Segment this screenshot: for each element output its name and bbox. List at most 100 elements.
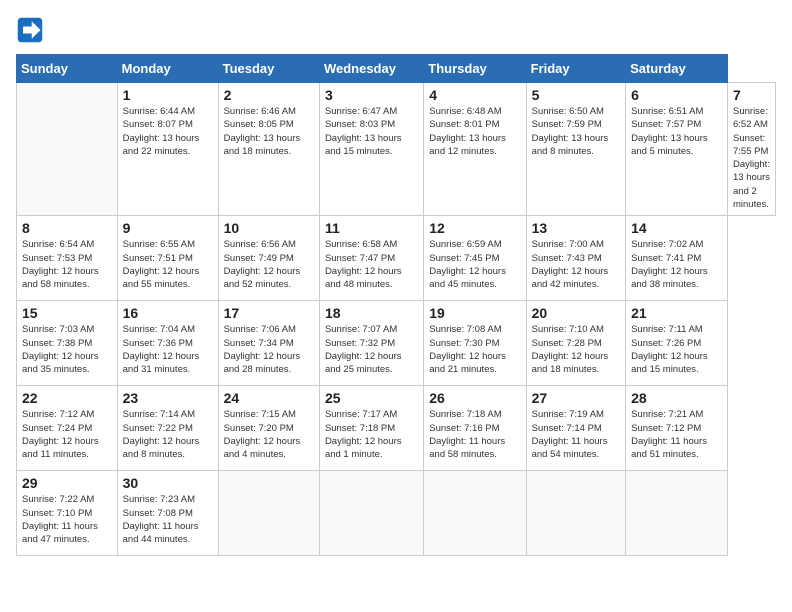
calendar-cell: 2 Sunrise: 6:46 AM Sunset: 8:05 PM Daylig… (218, 83, 319, 216)
calendar-cell: 21 Sunrise: 7:11 AM Sunset: 7:26 PM Dayli… (626, 301, 728, 386)
day-detail: Sunrise: 6:54 AM Sunset: 7:53 PM Dayligh… (22, 238, 112, 291)
calendar-cell: 29 Sunrise: 7:22 AM Sunset: 7:10 PM Dayli… (17, 471, 118, 556)
calendar-body: 1 Sunrise: 6:44 AM Sunset: 8:07 PM Daylig… (17, 83, 776, 556)
day-number: 2 (224, 87, 314, 103)
day-detail: Sunrise: 7:00 AM Sunset: 7:43 PM Dayligh… (532, 238, 620, 291)
weekday-header-friday: Friday (526, 55, 625, 83)
calendar-cell: 10 Sunrise: 6:56 AM Sunset: 7:49 PM Dayli… (218, 216, 319, 301)
day-detail: Sunrise: 7:14 AM Sunset: 7:22 PM Dayligh… (123, 408, 213, 461)
calendar-cell (526, 471, 625, 556)
day-number: 24 (224, 390, 314, 406)
weekday-header-monday: Monday (117, 55, 218, 83)
day-number: 16 (123, 305, 213, 321)
day-number: 28 (631, 390, 722, 406)
calendar-cell: 11Sunrise: 6:58 AM Sunset: 7:47 PM Dayli… (319, 216, 423, 301)
day-number: 19 (429, 305, 520, 321)
calendar-cell: 26Sunrise: 7:18 AM Sunset: 7:16 PM Dayli… (424, 386, 526, 471)
weekday-header-thursday: Thursday (424, 55, 526, 83)
calendar-table: SundayMondayTuesdayWednesdayThursdayFrid… (16, 54, 776, 556)
calendar-cell: 12 Sunrise: 6:59 AM Sunset: 7:45 PM Dayli… (424, 216, 526, 301)
day-number: 30 (123, 475, 213, 491)
calendar-cell: 8 Sunrise: 6:54 AM Sunset: 7:53 PM Daylig… (17, 216, 118, 301)
day-number: 14 (631, 220, 722, 236)
day-detail: Sunrise: 7:04 AM Sunset: 7:36 PM Dayligh… (123, 323, 213, 376)
calendar-week-1: 1 Sunrise: 6:44 AM Sunset: 8:07 PM Daylig… (17, 83, 776, 216)
day-number: 18 (325, 305, 418, 321)
day-detail: Sunrise: 7:06 AM Sunset: 7:34 PM Dayligh… (224, 323, 314, 376)
day-detail: Sunrise: 6:59 AM Sunset: 7:45 PM Dayligh… (429, 238, 520, 291)
calendar-week-2: 8 Sunrise: 6:54 AM Sunset: 7:53 PM Daylig… (17, 216, 776, 301)
day-detail: Sunrise: 6:51 AM Sunset: 7:57 PM Dayligh… (631, 105, 722, 158)
calendar-cell: 3Sunrise: 6:47 AM Sunset: 8:03 PM Daylig… (319, 83, 423, 216)
calendar-cell (424, 471, 526, 556)
day-detail: Sunrise: 6:44 AM Sunset: 8:07 PM Dayligh… (123, 105, 213, 158)
day-number: 7 (733, 87, 770, 103)
day-detail: Sunrise: 7:11 AM Sunset: 7:26 PM Dayligh… (631, 323, 722, 376)
calendar-cell (17, 83, 118, 216)
day-detail: Sunrise: 6:47 AM Sunset: 8:03 PM Dayligh… (325, 105, 418, 158)
calendar-cell: 5Sunrise: 6:50 AM Sunset: 7:59 PM Daylig… (526, 83, 625, 216)
day-number: 11 (325, 220, 418, 236)
day-detail: Sunrise: 7:10 AM Sunset: 7:28 PM Dayligh… (532, 323, 620, 376)
logo (16, 16, 48, 44)
day-number: 9 (123, 220, 213, 236)
logo-icon (16, 16, 44, 44)
calendar-cell: 24Sunrise: 7:15 AM Sunset: 7:20 PM Dayli… (218, 386, 319, 471)
day-detail: Sunrise: 6:46 AM Sunset: 8:05 PM Dayligh… (224, 105, 314, 158)
day-detail: Sunrise: 6:52 AM Sunset: 7:55 PM Dayligh… (733, 105, 770, 211)
day-number: 5 (532, 87, 620, 103)
day-detail: Sunrise: 7:18 AM Sunset: 7:16 PM Dayligh… (429, 408, 520, 461)
day-number: 1 (123, 87, 213, 103)
calendar-cell: 16 Sunrise: 7:04 AM Sunset: 7:36 PM Dayli… (117, 301, 218, 386)
calendar-header-row: SundayMondayTuesdayWednesdayThursdayFrid… (17, 55, 776, 83)
day-number: 17 (224, 305, 314, 321)
calendar-cell: 19 Sunrise: 7:08 AM Sunset: 7:30 PM Dayli… (424, 301, 526, 386)
day-detail: Sunrise: 6:48 AM Sunset: 8:01 PM Dayligh… (429, 105, 520, 158)
calendar-cell: 7 Sunrise: 6:52 AM Sunset: 7:55 PM Daylig… (728, 83, 776, 216)
day-number: 8 (22, 220, 112, 236)
day-detail: Sunrise: 6:56 AM Sunset: 7:49 PM Dayligh… (224, 238, 314, 291)
calendar-cell (218, 471, 319, 556)
day-detail: Sunrise: 7:22 AM Sunset: 7:10 PM Dayligh… (22, 493, 112, 546)
day-number: 29 (22, 475, 112, 491)
calendar-week-4: 22 Sunrise: 7:12 AM Sunset: 7:24 PM Dayli… (17, 386, 776, 471)
day-number: 10 (224, 220, 314, 236)
calendar-cell: 30 Sunrise: 7:23 AM Sunset: 7:08 PM Dayli… (117, 471, 218, 556)
calendar-cell: 1 Sunrise: 6:44 AM Sunset: 8:07 PM Daylig… (117, 83, 218, 216)
calendar-cell: 15 Sunrise: 7:03 AM Sunset: 7:38 PM Dayli… (17, 301, 118, 386)
day-number: 6 (631, 87, 722, 103)
weekday-header-tuesday: Tuesday (218, 55, 319, 83)
day-detail: Sunrise: 7:19 AM Sunset: 7:14 PM Dayligh… (532, 408, 620, 461)
day-detail: Sunrise: 7:08 AM Sunset: 7:30 PM Dayligh… (429, 323, 520, 376)
calendar-cell: 13 Sunrise: 7:00 AM Sunset: 7:43 PM Dayli… (526, 216, 625, 301)
day-number: 23 (123, 390, 213, 406)
day-number: 15 (22, 305, 112, 321)
calendar-cell: 20Sunrise: 7:10 AM Sunset: 7:28 PM Dayli… (526, 301, 625, 386)
day-detail: Sunrise: 7:03 AM Sunset: 7:38 PM Dayligh… (22, 323, 112, 376)
calendar-cell: 23 Sunrise: 7:14 AM Sunset: 7:22 PM Dayli… (117, 386, 218, 471)
calendar-cell (626, 471, 728, 556)
day-number: 12 (429, 220, 520, 236)
day-detail: Sunrise: 6:55 AM Sunset: 7:51 PM Dayligh… (123, 238, 213, 291)
day-number: 22 (22, 390, 112, 406)
day-number: 13 (532, 220, 620, 236)
day-detail: Sunrise: 7:23 AM Sunset: 7:08 PM Dayligh… (123, 493, 213, 546)
day-detail: Sunrise: 7:02 AM Sunset: 7:41 PM Dayligh… (631, 238, 722, 291)
calendar-cell: 17 Sunrise: 7:06 AM Sunset: 7:34 PM Dayli… (218, 301, 319, 386)
calendar-cell: 28Sunrise: 7:21 AM Sunset: 7:12 PM Dayli… (626, 386, 728, 471)
calendar-cell: 14 Sunrise: 7:02 AM Sunset: 7:41 PM Dayli… (626, 216, 728, 301)
day-number: 27 (532, 390, 620, 406)
day-detail: Sunrise: 7:12 AM Sunset: 7:24 PM Dayligh… (22, 408, 112, 461)
calendar-cell: 27 Sunrise: 7:19 AM Sunset: 7:14 PM Dayli… (526, 386, 625, 471)
calendar-week-3: 15 Sunrise: 7:03 AM Sunset: 7:38 PM Dayli… (17, 301, 776, 386)
calendar-cell: 9 Sunrise: 6:55 AM Sunset: 7:51 PM Daylig… (117, 216, 218, 301)
day-detail: Sunrise: 7:17 AM Sunset: 7:18 PM Dayligh… (325, 408, 418, 461)
page-header (16, 16, 776, 44)
calendar-cell: 22 Sunrise: 7:12 AM Sunset: 7:24 PM Dayli… (17, 386, 118, 471)
weekday-header-sunday: Sunday (17, 55, 118, 83)
day-number: 21 (631, 305, 722, 321)
calendar-cell: 4Sunrise: 6:48 AM Sunset: 8:01 PM Daylig… (424, 83, 526, 216)
day-detail: Sunrise: 7:07 AM Sunset: 7:32 PM Dayligh… (325, 323, 418, 376)
calendar-cell: 25 Sunrise: 7:17 AM Sunset: 7:18 PM Dayli… (319, 386, 423, 471)
day-number: 25 (325, 390, 418, 406)
